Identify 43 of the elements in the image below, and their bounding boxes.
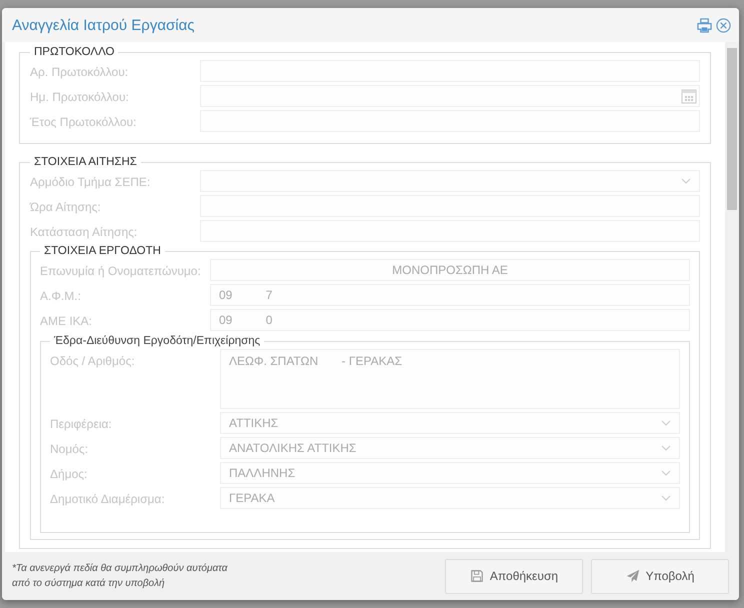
field-value: ΑΝΑΤΟΛΙΚΗΣ ΑΤΤΙΚΗΣ xyxy=(229,441,356,455)
section-title: ΣΤΟΙΧΕΙΑ ΕΡΓΟΔΟΤΗ xyxy=(43,245,162,257)
field-label: Ώρα Αίτησης: xyxy=(30,199,102,214)
chevron-down-icon[interactable] xyxy=(661,495,671,501)
field-value: ΛΕΩΦ. ΣΠΑΤΩΝ - ΓΕΡΑΚΑΣ xyxy=(229,354,402,368)
dropdown-field[interactable] xyxy=(200,170,700,192)
section-title: ΣΤΟΙΧΕΙΑ ΑΙΤΗΣΗΣ xyxy=(33,156,138,168)
field-label: ΑΜΕ ΙΚΑ: xyxy=(40,313,94,328)
scrollbar[interactable] xyxy=(725,42,739,552)
chevron-down-icon[interactable] xyxy=(661,445,671,451)
field-value: ΓΕΡΑΚΑ xyxy=(229,491,275,505)
field-label: Δημοτικό Διαμέρισμα: xyxy=(50,491,166,506)
field-label: Επωνυμία ή Ονοματεπώνυμο: xyxy=(40,263,202,278)
field-value: ΠΑΛΛΗΝΗΣ xyxy=(229,466,296,480)
print-icon[interactable] xyxy=(697,18,712,32)
chevron-down-icon[interactable] xyxy=(681,178,691,184)
field-label: Νομός: xyxy=(50,441,90,456)
section-title: Έδρα-Διεύθυνση Εργοδότη/Επιχείρησης xyxy=(53,335,262,347)
field-label: Αρ. Πρωτοκόλλου: xyxy=(30,64,130,79)
field-value: 09 0 xyxy=(219,313,272,327)
field-label: Κατάσταση Αίτησης: xyxy=(30,224,138,239)
chevron-down-icon[interactable] xyxy=(661,470,671,476)
field-label: Περιφέρεια: xyxy=(50,416,113,431)
field-label: Έτος Πρωτοκόλλου: xyxy=(30,114,138,129)
field-value: ΜΟΝΟΠΡΟΣΩΠΗ ΑΕ xyxy=(392,263,508,277)
close-icon[interactable] xyxy=(716,18,731,32)
field-value: 09 7 xyxy=(219,288,272,302)
field-label: Αρμόδιο Τμήμα ΣΕΠΕ: xyxy=(30,174,152,189)
window-title: Αναγγελία Ιατρού Εργασίας xyxy=(12,16,194,34)
footer-note: *Τα ανενεργά πεδία θα συμπληρωθούν αυτόματα από το σύστημα κατά την υποβολή xyxy=(12,562,228,591)
field-label: Α.Φ.Μ.: xyxy=(40,288,82,303)
input-field[interactable] xyxy=(200,85,700,107)
field-label: Ημ. Πρωτοκόλλου: xyxy=(30,89,130,104)
calendar-icon[interactable] xyxy=(681,88,697,104)
paper-plane-icon xyxy=(626,569,640,583)
section-title: ΠΡΩΤΟΚΟΛΛΟ xyxy=(33,46,116,58)
chevron-down-icon[interactable] xyxy=(661,420,671,426)
floppy-disk-icon xyxy=(470,569,484,583)
field-label: Δήμος: xyxy=(50,466,88,481)
field-value: ΑΤΤΙΚΗΣ xyxy=(229,416,278,430)
save-button[interactable]: Αποθήκευση xyxy=(445,558,583,594)
field-label: Οδός / Αριθμός: xyxy=(50,353,136,368)
submit-button[interactable]: Υποβολή xyxy=(591,558,729,594)
